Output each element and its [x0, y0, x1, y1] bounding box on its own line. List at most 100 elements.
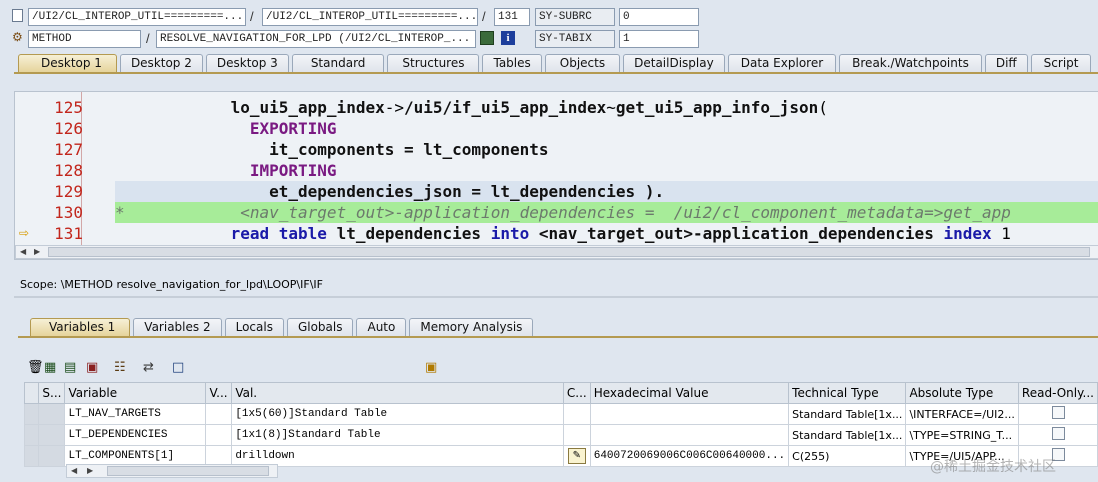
column-header-v[interactable]: V...: [205, 382, 233, 404]
delete-icon[interactable]: 🗑: [27, 361, 44, 375]
row-selector-header[interactable]: [23, 382, 40, 404]
table-row[interactable]: LT_NAV_TARGETS [1x5(60)]Standard Table S…: [23, 403, 1098, 425]
code-horizontal-scrollbar[interactable]: ◀ ▶: [15, 245, 1098, 259]
tab-detaildisplay[interactable]: DetailDisplay: [623, 54, 725, 72]
line-number: 130: [54, 203, 83, 222]
method-icon: ⚙: [12, 30, 23, 44]
tab-locals[interactable]: Locals: [224, 318, 284, 336]
variable-cell[interactable]: LT_NAV_TARGETS: [64, 403, 207, 425]
tab-standard[interactable]: Standard: [291, 54, 385, 72]
code-token: get_ui5_app_info_json: [615, 98, 819, 117]
tab-variables-1[interactable]: Variables 1: [30, 318, 131, 336]
read-only-checkbox: [1051, 427, 1065, 440]
tab-variables-2[interactable]: Variables 2: [133, 318, 222, 336]
scroll-right-icon[interactable]: ▶: [87, 465, 93, 476]
column-header-value[interactable]: Val.: [231, 382, 564, 404]
variable-cell[interactable]: LT_DEPENDENCIES: [64, 424, 207, 446]
scroll-right-icon[interactable]: ▶: [34, 246, 40, 257]
code-token: lt_dependencies: [490, 182, 636, 201]
hierarchy-icon[interactable]: ☷: [114, 361, 126, 375]
value-cell[interactable]: [1x5(60)]Standard Table: [231, 403, 564, 425]
row-selector[interactable]: [23, 445, 40, 467]
tab-globals[interactable]: Globals: [286, 318, 354, 336]
grid-horizontal-scrollbar[interactable]: ◀ ▶: [66, 464, 278, 478]
pane-divider[interactable]: [14, 296, 1098, 298]
column-header-technical-type[interactable]: Technical Type: [788, 382, 907, 404]
column-header-s[interactable]: S...: [38, 382, 66, 404]
include-field[interactable]: /UI2/CL_INTEROP_UTIL=========...: [262, 8, 478, 26]
program-field[interactable]: /UI2/CL_INTEROP_UTIL=========...: [28, 8, 246, 26]
technical-type-cell: C(255): [788, 445, 907, 467]
program-icon: [12, 9, 23, 22]
tab-desktop-1[interactable]: Desktop 1: [18, 54, 117, 72]
separator: /: [482, 9, 486, 24]
read-only-cell: [1017, 403, 1098, 425]
navigate-icon[interactable]: ⇄: [143, 361, 154, 375]
code-line[interactable]: 126 EXPORTING: [15, 118, 1098, 139]
column-header-variable[interactable]: Variable: [64, 382, 207, 404]
value-cell[interactable]: drilldown: [231, 445, 564, 467]
sysvar-value-field[interactable]: 1: [619, 30, 699, 48]
change-cell[interactable]: ✎: [562, 445, 591, 467]
value-cell[interactable]: [1x1(8)]Standard Table: [231, 424, 564, 446]
save-layout-icon[interactable]: ▣: [425, 361, 437, 375]
code-line[interactable]: 129 et_dependencies_json = lt_dependenci…: [15, 181, 1098, 202]
code-line[interactable]: 128 IMPORTING: [15, 160, 1098, 181]
column-header-absolute-type[interactable]: Absolute Type: [905, 382, 1019, 404]
code-token: =: [461, 182, 491, 201]
line-field[interactable]: 131: [494, 8, 530, 26]
scrollbar-thumb[interactable]: [48, 247, 1090, 257]
variables-grid[interactable]: S... Variable V... Val. C... Hexadecimal…: [23, 382, 1098, 467]
code-text: et_dependencies_json = lt_dependencies )…: [115, 181, 1098, 202]
tab-objects[interactable]: Objects: [544, 54, 621, 72]
tab-auto[interactable]: Auto: [356, 318, 407, 336]
detail-icon[interactable]: □: [172, 361, 184, 375]
row-selector[interactable]: [23, 403, 40, 425]
code-line[interactable]: 130 * <nav_target_out>-application_depend…: [15, 202, 1098, 223]
tab-desktop-2[interactable]: Desktop 2: [119, 54, 203, 72]
column-header-read-only[interactable]: Read-Only...: [1017, 382, 1098, 404]
column-header-c[interactable]: C...: [562, 382, 591, 404]
info-icon[interactable]: i: [501, 31, 515, 45]
display-object-icon[interactable]: [480, 31, 494, 45]
table-row[interactable]: LT_DEPENDENCIES [1x1(8)]Standard Table S…: [23, 424, 1098, 446]
code-text: it_components = lt_components: [115, 139, 1098, 160]
code-token: into: [490, 224, 530, 243]
insert-variable-icon[interactable]: ▦: [44, 361, 56, 375]
sysvar-value-field[interactable]: 0: [619, 8, 699, 26]
tab-structures[interactable]: Structures: [387, 54, 480, 72]
tab-memory-analysis[interactable]: Memory Analysis: [409, 318, 534, 336]
code-line[interactable]: 131 read table lt_dependencies into <nav…: [15, 223, 1098, 244]
tab-data-explorer[interactable]: Data Explorer: [727, 54, 837, 72]
scrollbar-thumb[interactable]: [107, 466, 269, 476]
edit-pencil-icon[interactable]: ✎: [567, 448, 586, 464]
tab-desktop-3[interactable]: Desktop 3: [205, 54, 289, 72]
tab-script[interactable]: Script: [1030, 54, 1092, 72]
code-line[interactable]: 125 lo_ui5_app_index->/ui5/if_ui5_app_in…: [15, 97, 1098, 118]
code-line[interactable]: 127 it_components = lt_components: [15, 139, 1098, 160]
scroll-left-icon[interactable]: ◀: [20, 246, 26, 257]
absolute-type-cell: \TYPE=STRING_T...: [905, 424, 1019, 446]
method-name-field[interactable]: RESOLVE_NAVIGATION_FOR_LPD (/UI2/CL_INTE…: [156, 30, 476, 48]
scroll-left-icon[interactable]: ◀: [71, 465, 77, 476]
column-header-hex[interactable]: Hexadecimal Value: [589, 382, 790, 404]
save-variables-icon[interactable]: ▣: [86, 361, 98, 375]
code-text: lo_ui5_app_index->/ui5/if_ui5_app_index~…: [115, 97, 1098, 118]
tab-diff[interactable]: Diff: [984, 54, 1028, 72]
status-cell: [38, 445, 66, 467]
row-selector[interactable]: [23, 424, 40, 446]
line-number: 129: [54, 182, 83, 201]
hex-cell: [589, 403, 790, 425]
tab-tables[interactable]: Tables: [482, 54, 542, 72]
grid-header-row: S... Variable V... Val. C... Hexadecimal…: [23, 382, 1098, 404]
tab-break-watchpoints[interactable]: Break./Watchpoints: [839, 54, 982, 72]
source-code-editor[interactable]: ⇨ 125 lo_ui5_app_index->/ui5/if_ui5_app_…: [14, 91, 1098, 260]
hex-cell: 6400720069006C006C00640000...: [589, 445, 790, 467]
change-cell: [562, 403, 591, 425]
copy-variable-icon[interactable]: ▤: [64, 361, 76, 375]
